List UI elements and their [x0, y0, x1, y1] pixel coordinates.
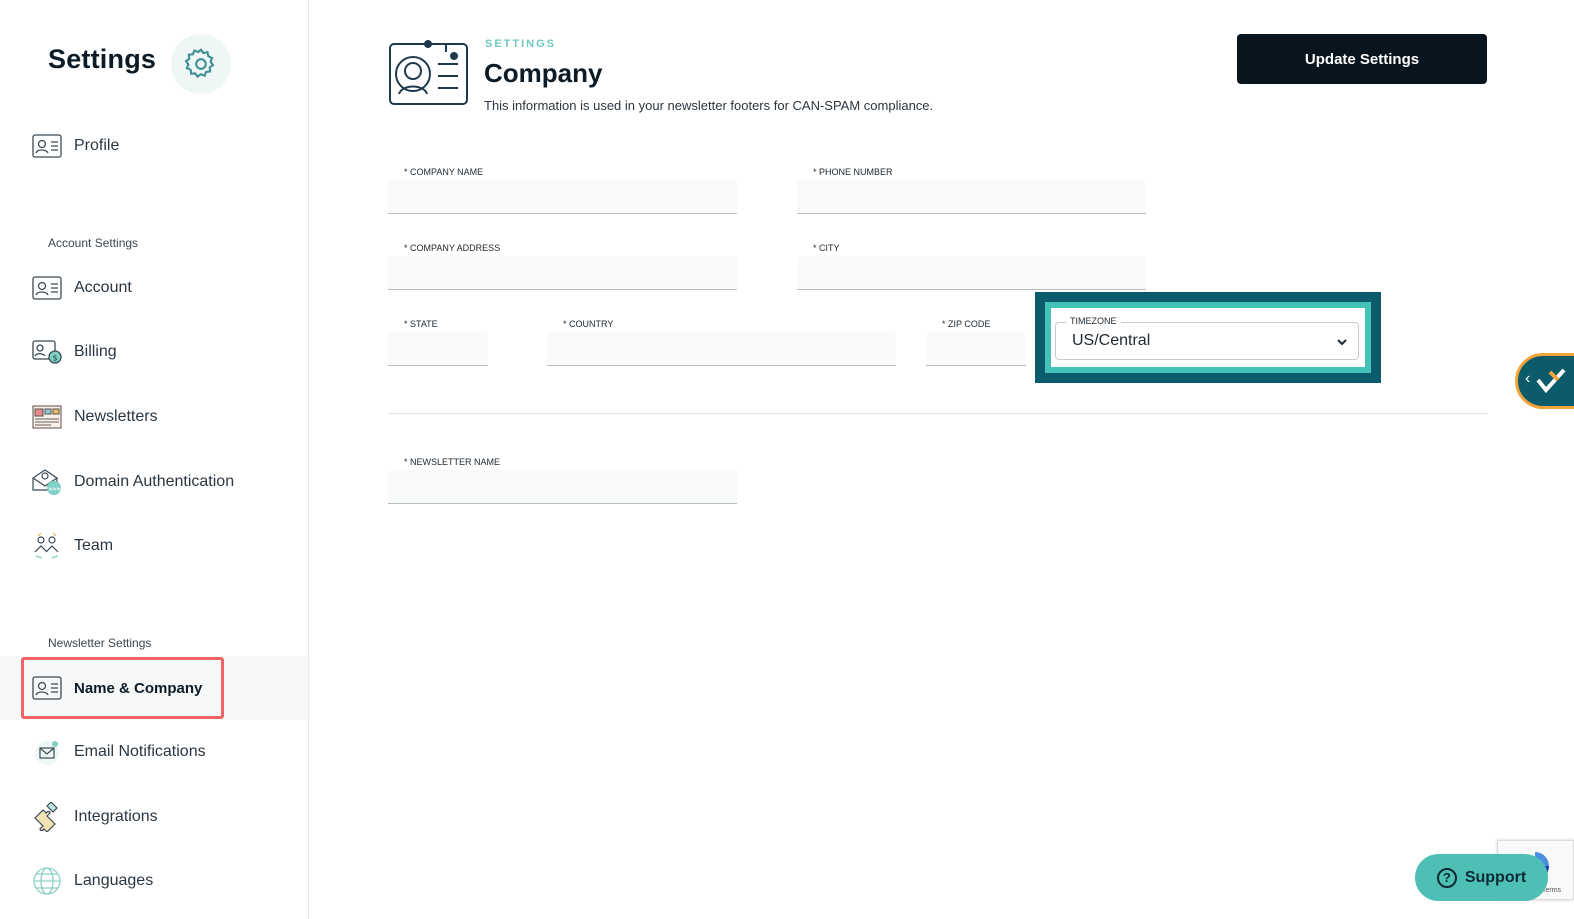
field-label: * ZIP CODE	[942, 319, 991, 329]
state-field: * STATE	[388, 319, 488, 369]
section-divider	[388, 413, 1488, 414]
sidebar: Settings Profile Account Settings Accoun…	[0, 0, 309, 919]
sidebar-item-label: Billing	[74, 343, 117, 360]
billing-icon: $	[31, 338, 63, 366]
sidebar-item-integrations[interactable]: Integrations	[0, 785, 308, 849]
sidebar-item-domain-authentication[interactable]: www Domain Authentication	[0, 450, 308, 514]
id-card-icon	[31, 132, 63, 160]
field-label: * NEWSLETTER NAME	[404, 457, 501, 467]
company-card-icon	[388, 40, 470, 108]
sidebar-item-email-notifications[interactable]: Email Notifications	[0, 720, 308, 784]
state-input[interactable]	[388, 332, 488, 366]
city-input[interactable]	[797, 256, 1146, 290]
field-label: * CITY	[813, 243, 840, 253]
timezone-label: TIMEZONE	[1066, 316, 1121, 326]
sidebar-item-name-company[interactable]: Name & Company	[0, 656, 308, 720]
sidebar-item-profile[interactable]: Profile	[0, 114, 308, 178]
timezone-inner-frame: TIMEZONE US/Central	[1045, 302, 1371, 373]
country-field: * COUNTRY	[547, 319, 896, 369]
question-icon: ?	[1436, 867, 1457, 888]
sidebar-item-label: Newsletters	[74, 408, 158, 425]
sidebar-item-label: Team	[74, 537, 114, 554]
sidebar-item-label: Name & Company	[74, 679, 203, 697]
sidebar-item-team[interactable]: Team	[0, 514, 308, 578]
update-settings-button[interactable]: Update Settings	[1237, 34, 1487, 84]
newsletter-icon	[31, 403, 63, 431]
country-input[interactable]	[547, 332, 896, 366]
id-card-icon	[31, 274, 63, 302]
email-notification-icon	[31, 738, 63, 766]
city-field: * CITY	[797, 243, 1146, 293]
domain-mail-icon: www	[31, 468, 63, 496]
field-label: * PHONE NUMBER	[813, 167, 893, 177]
sidebar-title: Settings	[48, 44, 157, 74]
timezone-highlight-frame: TIMEZONE US/Central	[1035, 292, 1381, 383]
newsletter-name-input[interactable]	[388, 470, 737, 504]
sidebar-item-label: Email Notifications	[74, 743, 206, 760]
globe-icon	[31, 867, 63, 895]
support-button[interactable]: ? Support	[1415, 854, 1548, 901]
timezone-value: US/Central	[1072, 332, 1151, 349]
gear-icon	[171, 34, 231, 94]
sidebar-item-label: Account	[74, 279, 132, 296]
puzzle-icon	[31, 802, 63, 832]
support-label: Support	[1464, 868, 1527, 886]
id-card-icon	[31, 674, 63, 702]
page-kicker: SETTINGS	[485, 38, 557, 50]
chevron-down-icon	[1336, 335, 1348, 353]
page-subtitle: This information is used in your newslet…	[484, 98, 934, 113]
svg-text:www: www	[49, 487, 61, 493]
timezone-select[interactable]: TIMEZONE US/Central	[1055, 316, 1359, 360]
field-label: * COMPANY NAME	[404, 167, 484, 177]
sidebar-item-languages[interactable]: Languages	[0, 849, 308, 913]
zip-code-input[interactable]	[926, 332, 1026, 366]
phone-number-field: * PHONE NUMBER	[797, 167, 1146, 217]
newsletter-name-field: * NEWSLETTER NAME	[388, 457, 737, 507]
sidebar-item-label: Languages	[74, 872, 154, 889]
field-label: * STATE	[404, 319, 438, 329]
field-label: * COMPANY ADDRESS	[404, 243, 501, 253]
side-panel-toggle[interactable]: ‹	[1515, 353, 1574, 409]
sidebar-item-billing[interactable]: $ Billing	[0, 320, 308, 384]
sidebar-item-account[interactable]: Account	[0, 256, 308, 320]
company-address-field: * COMPANY ADDRESS	[388, 243, 737, 293]
company-name-field: * COMPANY NAME	[388, 167, 737, 217]
sidebar-item-label: Domain Authentication	[74, 473, 235, 490]
sidebar-item-label: Profile	[74, 137, 120, 154]
sidebar-item-label: Integrations	[74, 808, 158, 825]
svg-text:$: $	[53, 354, 58, 363]
section-account-settings: Account Settings	[48, 236, 139, 250]
team-icon	[31, 532, 63, 560]
zip-code-field: * ZIP CODE	[926, 319, 1026, 369]
app-logo-icon	[1536, 368, 1566, 394]
sidebar-item-newsletters[interactable]: Newsletters	[0, 385, 308, 449]
chevron-left-icon: ‹	[1525, 370, 1531, 387]
company-address-input[interactable]	[388, 256, 737, 290]
page-title: Company	[484, 58, 603, 88]
phone-number-input[interactable]	[797, 180, 1146, 214]
field-label: * COUNTRY	[563, 319, 614, 329]
section-newsletter-settings: Newsletter Settings	[48, 636, 152, 650]
company-name-input[interactable]	[388, 180, 737, 214]
